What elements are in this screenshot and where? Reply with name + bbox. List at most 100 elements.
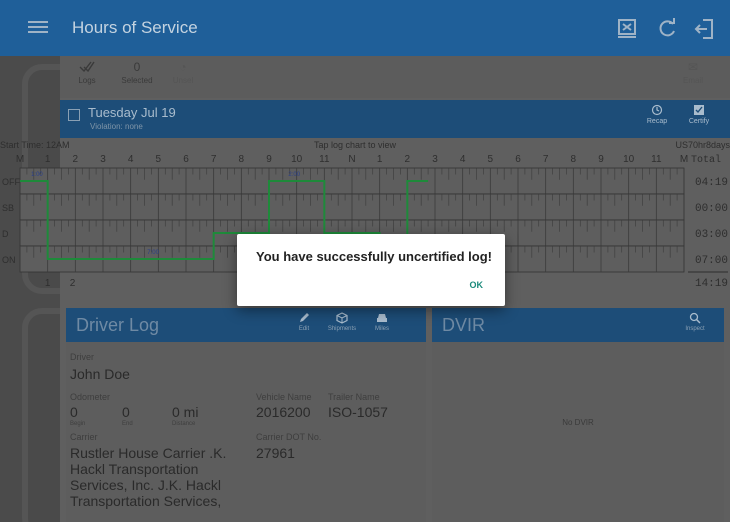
hour-label: 9 <box>266 154 272 165</box>
email-label: Email <box>682 76 703 85</box>
row-label: D <box>2 229 9 239</box>
shipments-label: Shipments <box>327 326 357 332</box>
app-bar: Hours of Service <box>0 0 730 56</box>
logout-icon[interactable] <box>692 16 718 42</box>
driver-log-card: Driver Log Edit Shipments Miles Driver J… <box>66 308 426 522</box>
driver-board-icon[interactable] <box>614 16 640 42</box>
hour-label: 6 <box>515 154 521 165</box>
day-checkbox[interactable] <box>68 109 80 121</box>
row-total: 03:00 <box>695 229 728 241</box>
driver-log-header: Driver Log Edit Shipments Miles <box>66 308 426 342</box>
inspect-label: Inspect <box>685 326 705 332</box>
bottom-mark: 1 <box>45 278 51 289</box>
vehicle-value: 2016200 <box>256 404 311 420</box>
logs-tool[interactable]: Logs <box>70 60 104 85</box>
row-total: 04:19 <box>695 177 728 189</box>
end-label: End <box>122 421 133 427</box>
day-header: Tuesday Jul 19 Violation: none Recap Cer… <box>60 100 730 138</box>
tap-hint: Tap log chart to view <box>314 140 397 150</box>
row-total: 07:00 <box>695 255 728 267</box>
hour-label: 6 <box>183 154 189 165</box>
hour-label: 1 <box>377 154 383 165</box>
duration-annotation: 7:00 <box>147 250 159 256</box>
email-icon: ✉ <box>687 60 699 74</box>
total-header: Total <box>691 154 721 166</box>
certify-icon <box>694 105 704 115</box>
odometer-begin: 0 <box>70 404 78 420</box>
distance-label: Distance <box>172 421 196 427</box>
carrier-line-4: Transportation Services, <box>70 493 222 509</box>
row-label: ON <box>2 255 16 265</box>
ruleset: US70hr8days <box>675 140 730 150</box>
hour-label: 4 <box>128 154 134 165</box>
row-total: 00:00 <box>695 203 728 215</box>
logs-toolbar: Logs 0 Selected ◔ Unsel ✉ Email <box>60 56 730 98</box>
hour-label: M <box>680 154 688 165</box>
bottom-mark: 2 <box>70 278 76 289</box>
trailer-label: Trailer Name <box>328 392 380 402</box>
unselect-tool[interactable]: ◔ Unsel <box>166 60 200 85</box>
ok-button[interactable]: OK <box>470 280 484 290</box>
dot-label: Carrier DOT No. <box>256 432 322 442</box>
certify-label: Certify <box>688 118 710 125</box>
pencil-icon <box>300 313 309 322</box>
dvir-card: DVIR Inspect No DVIR <box>432 308 724 522</box>
unselect-label: Unsel <box>172 76 194 85</box>
hour-label: 2 <box>73 154 79 165</box>
refresh-icon[interactable] <box>654 16 680 42</box>
no-dvir-text: No DVIR <box>562 418 594 427</box>
inspect-button[interactable]: Inspect <box>678 312 712 332</box>
hour-label: 3 <box>432 154 438 165</box>
hour-label: 2 <box>405 154 411 165</box>
miles-button[interactable]: Miles <box>368 312 396 332</box>
logs-check-icon <box>70 60 104 76</box>
carrier-line-1: Rustler House Carrier .K. <box>70 445 227 461</box>
duration-annotation: 2:00 <box>288 172 300 178</box>
driver-name: John Doe <box>70 366 130 382</box>
hour-label: 1 <box>45 154 51 165</box>
hour-label: 5 <box>488 154 494 165</box>
email-tool[interactable]: ✉ Email <box>676 60 710 85</box>
grand-total: 14:19 <box>695 278 728 290</box>
car-icon <box>377 314 387 322</box>
edit-label: Edit <box>298 326 310 332</box>
duration-annotation: 1:00 <box>31 172 43 178</box>
driver-log-title: Driver Log <box>76 315 160 335</box>
row-label: SB <box>2 203 14 213</box>
edit-button[interactable]: Edit <box>290 312 318 332</box>
hour-label: M <box>16 154 24 165</box>
selected-label: Selected <box>121 76 153 85</box>
box-icon <box>336 312 348 324</box>
hour-label: 10 <box>623 154 635 165</box>
search-icon <box>689 312 701 324</box>
begin-label: Begin <box>70 421 86 427</box>
hour-label: 9 <box>598 154 604 165</box>
recap-button[interactable]: Recap <box>642 104 672 125</box>
hour-label: 7 <box>211 154 217 165</box>
hour-label: 7 <box>543 154 549 165</box>
row-label: OFF <box>2 177 20 187</box>
hour-label: N <box>348 154 355 165</box>
recap-icon <box>651 104 663 116</box>
start-time: Start Time: 12AM <box>0 140 70 150</box>
vehicle-label: Vehicle Name <box>256 392 312 402</box>
dvir-title: DVIR <box>442 315 486 335</box>
selected-count: 0 <box>133 60 141 74</box>
hour-label: 8 <box>239 154 245 165</box>
day-violation: Violation: none <box>90 122 143 131</box>
carrier-label: Carrier <box>70 432 98 442</box>
shipments-button[interactable]: Shipments <box>322 312 362 332</box>
recap-label: Recap <box>646 118 668 125</box>
hour-label: 4 <box>460 154 466 165</box>
hour-label: 5 <box>156 154 162 165</box>
hour-label: 8 <box>571 154 577 165</box>
hour-label: 11 <box>651 154 662 165</box>
certify-button[interactable]: Certify <box>684 104 714 125</box>
success-dialog: You have successfully uncertified log! O… <box>237 234 505 306</box>
odometer-end: 0 <box>122 404 130 420</box>
menu-icon[interactable] <box>28 18 48 38</box>
carrier-line-3: Services, Inc. J.K. Hackl <box>70 477 221 493</box>
carrier-line-2: Hackl Transportation <box>70 461 199 477</box>
hour-label: 11 <box>319 154 330 165</box>
trailer-value: ISO-1057 <box>328 404 388 420</box>
